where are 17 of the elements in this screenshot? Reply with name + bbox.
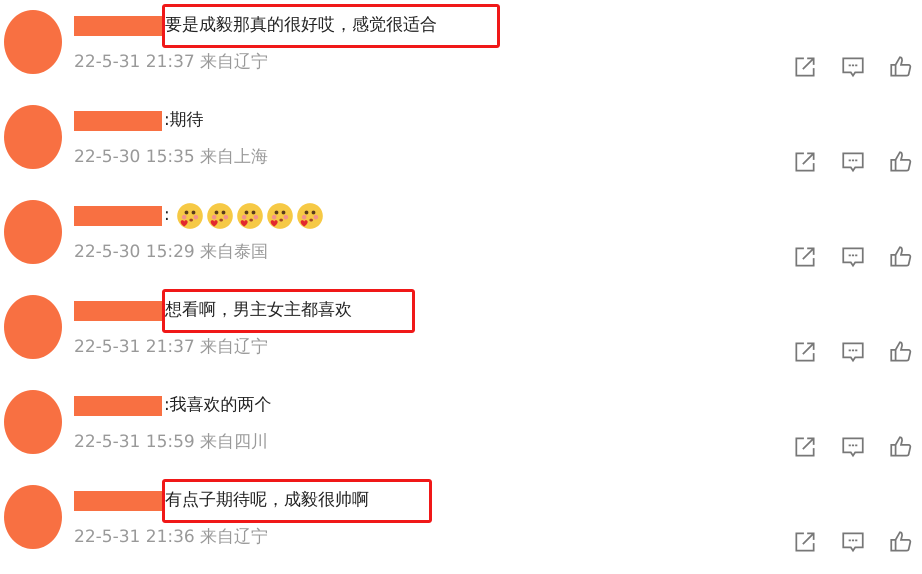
comment-text: 想看啊，男主女主都喜欢 bbox=[162, 289, 415, 333]
comment-text: 有点子期待呢，成毅很帅啊 bbox=[162, 479, 432, 523]
comment-text: :我喜欢的两个 bbox=[163, 394, 273, 418]
comment-time: 22-5-30 15:29 来自泰国 bbox=[74, 241, 270, 264]
comment-text: 要是成毅那真的很好哎，感觉很适合 bbox=[162, 4, 500, 48]
comment-time: 22-5-31 21:36 来自辽宁 bbox=[74, 526, 270, 549]
emoji-icon bbox=[206, 202, 234, 230]
comment-text: :期待 bbox=[163, 109, 205, 132]
comment-text: : bbox=[163, 204, 171, 228]
emoji-icon bbox=[176, 202, 204, 230]
emoji-icon bbox=[296, 202, 324, 230]
emoji-icon bbox=[266, 202, 294, 230]
comment-time: 22-5-30 15:35 来自上海 bbox=[74, 146, 270, 169]
comment-time: 22-5-31 15:59 来自四川 bbox=[74, 431, 270, 454]
comment-time: 22-5-31 21:37 来自辽宁 bbox=[74, 336, 270, 359]
comment-time: 22-5-31 21:37 来自辽宁 bbox=[74, 51, 270, 74]
emoji-icon bbox=[236, 202, 264, 230]
